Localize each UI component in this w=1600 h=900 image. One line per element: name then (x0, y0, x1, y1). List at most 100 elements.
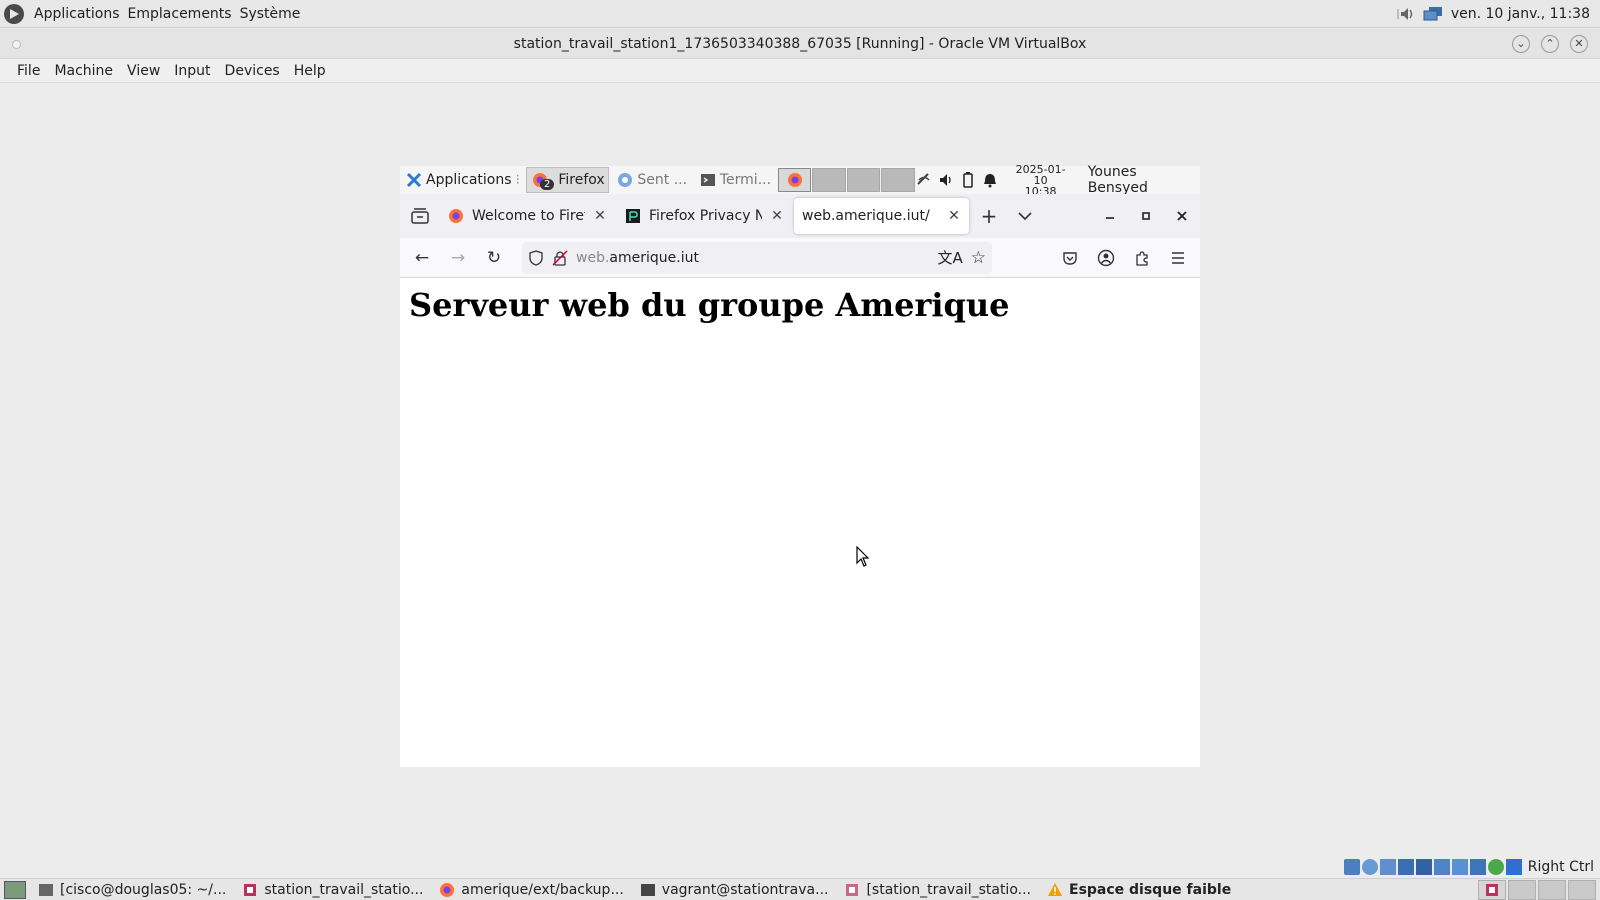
host-key-label[interactable]: Right Ctrl (1528, 859, 1594, 875)
taskbar-item-label: Espace disque faible (1069, 881, 1232, 898)
optical-drive-icon[interactable] (1361, 859, 1378, 875)
distro-logo-icon[interactable] (4, 3, 24, 24)
network-icon[interactable] (1423, 6, 1443, 22)
firefox-icon (449, 209, 463, 223)
tab-privacy-notice[interactable]: Firefox Privacy No ✕ (617, 198, 792, 234)
host-workspace-2[interactable] (1508, 879, 1536, 900)
video-capture-icon[interactable] (1469, 859, 1486, 875)
virtualization-icon[interactable] (1487, 859, 1504, 875)
close-icon[interactable]: ✕ (1570, 35, 1588, 53)
host-workspace-3[interactable] (1538, 879, 1566, 900)
back-arrow-icon[interactable]: ← (404, 242, 440, 274)
tab-close-icon[interactable]: ✕ (947, 208, 961, 224)
vm-display[interactable]: Applications ⁝ 2 Firefox Sent ... Termi.… (400, 164, 1200, 767)
host-menu-emplacements[interactable]: Emplacements (124, 6, 236, 22)
firefox-view-icon[interactable] (400, 200, 440, 232)
taskbar-item-vagrant-terminal[interactable]: vagrant@stationtrava... (632, 879, 837, 900)
virtualbox-icon (1486, 883, 1498, 896)
workspace-1[interactable] (777, 168, 812, 192)
virtualbox-icon (846, 883, 859, 896)
extensions-puzzle-icon[interactable] (1124, 242, 1160, 274)
new-tab-icon[interactable]: + (971, 200, 1007, 232)
window-restore-icon[interactable] (1128, 200, 1164, 232)
window-minimize-icon[interactable] (1092, 200, 1128, 232)
network-adapter-icon[interactable] (1397, 859, 1414, 875)
vbox-menu-help[interactable]: Help (287, 63, 333, 79)
host-top-panel: Applications Emplacements Système ven. 1… (0, 0, 1600, 28)
window-close-icon[interactable] (1164, 200, 1200, 232)
guest-task-terminal[interactable]: Termi... (694, 167, 776, 193)
forward-arrow-icon[interactable]: → (440, 242, 476, 274)
workspace-4[interactable] (881, 168, 915, 192)
vbox-menu-machine[interactable]: Machine (47, 63, 120, 79)
guest-user-name[interactable]: Younes Bensyed (1084, 164, 1198, 196)
insecure-lock-icon[interactable] (552, 249, 568, 266)
shared-folders-icon[interactable] (1433, 859, 1450, 875)
minimize-icon[interactable]: ⌄ (1512, 35, 1530, 53)
vbox-menu-file[interactable]: File (10, 63, 47, 79)
pocket-icon[interactable] (1052, 242, 1088, 274)
firefox-tab-bar: Welcome to Firefo ✕ Firefox Privacy No ✕… (400, 194, 1200, 238)
usb-icon[interactable] (1415, 859, 1432, 875)
vbox-menu-view[interactable]: View (120, 63, 167, 79)
privacy-notice-icon (626, 209, 640, 223)
guest-clock[interactable]: 2025-01-10 10:38 (1004, 164, 1078, 197)
tracking-protection-shield-icon[interactable] (528, 249, 544, 266)
guest-applications-menu[interactable]: Applications ⁝ (400, 167, 524, 193)
maximize-icon[interactable]: ⌃ (1541, 35, 1559, 53)
virtualbox-icon (244, 883, 257, 896)
translate-icon[interactable]: 文A (937, 247, 962, 268)
guest-task-firefox[interactable]: 2 Firefox (525, 167, 610, 193)
host-menu-applications[interactable]: Applications (30, 6, 124, 22)
taskbar-item-vbox-station-2[interactable]: [station_travail_statio... (836, 879, 1039, 900)
taskbar-item-firefox[interactable]: amerique/ext/backup... (431, 879, 631, 900)
account-icon[interactable] (1088, 242, 1124, 274)
vbox-window-title: station_travail_station1_1736503340388_6… (513, 35, 1087, 52)
volume-icon[interactable] (938, 172, 954, 188)
taskbar-item-cisco-terminal[interactable]: [cisco@douglas05: ~/... (30, 879, 234, 900)
mouse-integration-icon[interactable] (1505, 859, 1522, 875)
taskbar-item-label: [cisco@douglas05: ~/... (60, 881, 227, 898)
page-content[interactable]: Serveur web du groupe Amerique (400, 278, 1200, 767)
tab-close-icon[interactable]: ✕ (770, 208, 784, 224)
vbox-menu-devices[interactable]: Devices (218, 63, 287, 79)
volume-icon[interactable] (1395, 6, 1415, 22)
bookmark-star-icon[interactable]: ☆ (971, 248, 986, 268)
taskbar-item-vbox-station[interactable]: station_travail_statio... (234, 879, 431, 900)
url-subdomain: web. (576, 249, 610, 266)
firefox-window-count-badge: 2 (539, 178, 555, 190)
host-workspace-switcher (1478, 879, 1600, 900)
vbox-title-bar: station_travail_station1_1736503340388_6… (0, 29, 1600, 59)
tab-close-icon[interactable]: ✕ (593, 208, 607, 224)
tab-web-amerique[interactable]: web.amerique.iut/ ✕ (794, 198, 969, 234)
vbox-menu-input[interactable]: Input (167, 63, 217, 79)
hard-disk-icon[interactable] (1343, 859, 1360, 875)
host-clock[interactable]: ven. 10 janv., 11:38 (1451, 6, 1590, 22)
xfce-logo-icon (406, 172, 422, 188)
terminal-icon (640, 883, 655, 896)
taskbar-item-label: vagrant@stationtrava... (661, 881, 829, 898)
workspace-2[interactable] (812, 168, 846, 192)
battery-icon[interactable] (960, 172, 976, 188)
host-menu-systeme[interactable]: Système (236, 6, 305, 22)
notification-bell-icon[interactable] (982, 172, 998, 188)
url-text[interactable]: web.amerique.iut (576, 250, 929, 266)
display-icon[interactable] (1451, 859, 1468, 875)
network-disconnected-icon[interactable] (916, 172, 932, 188)
taskbar-item-low-disk-warning[interactable]: Espace disque faible (1039, 879, 1239, 900)
reload-icon[interactable]: ↻ (476, 242, 512, 274)
guest-applications-label: Applications (426, 172, 512, 188)
tab-welcome[interactable]: Welcome to Firefo ✕ (440, 198, 615, 234)
list-all-tabs-icon[interactable] (1007, 200, 1043, 232)
hamburger-menu-icon[interactable] (1160, 242, 1196, 274)
show-desktop-icon[interactable] (4, 880, 26, 899)
window-menu-dot[interactable] (12, 40, 21, 49)
host-workspace-4[interactable] (1568, 879, 1596, 900)
url-domain: amerique.iut (609, 249, 699, 266)
guest-task-sent[interactable]: Sent ... (611, 167, 691, 193)
url-bar[interactable]: web.amerique.iut 文A ☆ (522, 241, 992, 274)
audio-icon[interactable] (1379, 859, 1396, 875)
firefox-icon (440, 882, 455, 897)
workspace-3[interactable] (846, 168, 881, 192)
host-workspace-1[interactable] (1478, 879, 1506, 900)
